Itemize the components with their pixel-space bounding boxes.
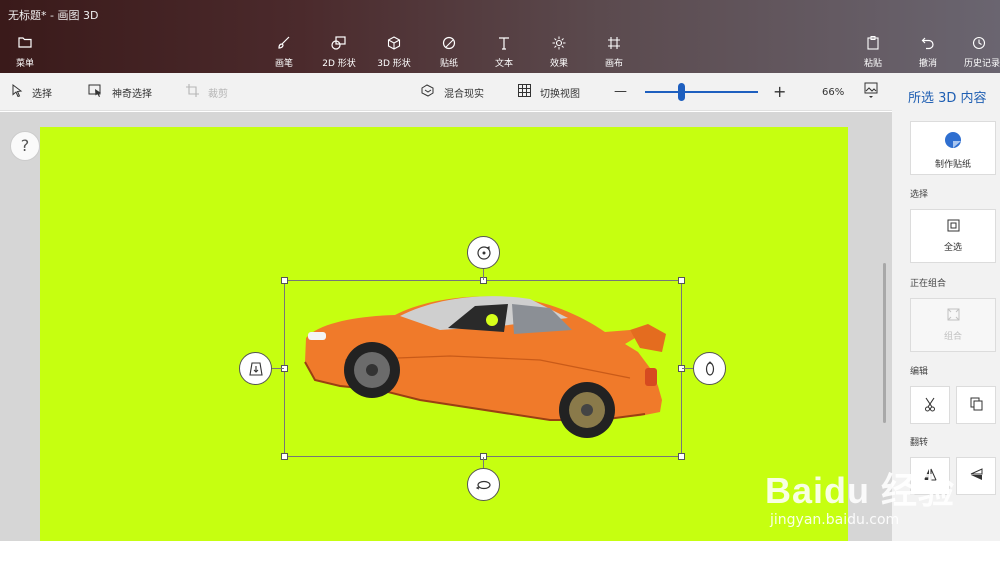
select-all-icon [911,219,995,236]
rotate-y-icon [705,361,714,376]
flip-vertical-icon [957,468,995,485]
switch-view-label: 切换视图 [540,88,580,100]
magic-select-icon [88,84,103,101]
paste-label: 粘贴 [863,59,882,69]
paste-button[interactable]: 粘贴 [848,36,898,72]
magic-select-label: 神奇选择 [112,88,152,100]
switch-view-button[interactable]: 切换视图 [518,83,580,101]
make-sticker-button[interactable]: 制作贴纸 [910,121,996,175]
text-icon [479,36,529,54]
canvas-icon [589,36,639,54]
cut-button[interactable] [910,386,950,424]
view-options-button[interactable] [864,82,887,103]
resize-handle-bottom-left[interactable] [281,453,288,460]
select-all-button[interactable]: 全选 [910,209,996,263]
copy-button[interactable] [956,386,996,424]
zoom-in-button[interactable]: + [773,82,786,101]
rotation-stem-bottom [483,457,484,468]
effects-label: 效果 [549,59,568,69]
history-button[interactable]: 历史记录 [958,36,1000,72]
stickers-label: 贴纸 [439,59,458,69]
rotate-x-handle[interactable] [467,468,500,501]
stickers-tool-button[interactable]: 贴纸 [424,36,474,72]
flip-vertical-button[interactable] [956,457,996,495]
effects-icon [534,36,584,54]
resize-handle-top-right[interactable] [678,277,685,284]
zoom-level: 66% [822,86,845,98]
menu-label: 菜单 [15,59,34,69]
help-button[interactable]: ? [10,131,40,161]
flip-horizontal-icon [911,468,949,485]
undo-button[interactable]: 撤消 [903,36,953,72]
2d-shapes-label: 2D 形状 [322,59,356,69]
brush-icon [259,36,309,54]
menu-button[interactable]: 菜单 [0,36,50,72]
rotate-z-handle[interactable] [467,236,500,269]
brush-tool-button[interactable]: 画笔 [259,36,309,72]
rotation-stem-right [682,368,693,369]
select-tool-button[interactable]: 选择 [12,83,52,101]
grid-view-icon [518,83,531,101]
rotate-y-handle[interactable] [693,352,726,385]
crop-icon [186,83,199,101]
grouping-section-label: 正在组合 [910,279,947,289]
select-section-label: 选择 [910,190,929,200]
scissors-icon [911,397,949,416]
select-tool-label: 选择 [32,88,52,100]
vertical-scrollbar[interactable] [883,263,886,423]
2d-shapes-icon [314,36,364,54]
window-title: 无标题* - 画图 3D [8,9,99,22]
cursor-icon [12,83,23,101]
mixed-reality-button[interactable]: 混合现实 [421,83,484,101]
rotate-x-icon [475,480,491,490]
depth-handle[interactable] [239,352,272,385]
3d-shapes-icon [369,36,419,54]
crop-button[interactable]: 裁剪 [186,83,228,101]
selection-box[interactable] [284,280,682,457]
flip-section-label: 翻转 [910,438,929,448]
group-icon [911,308,995,325]
make-sticker-label: 制作贴纸 [934,160,971,170]
sticker-icon [911,131,995,153]
text-tool-button[interactable]: 文本 [479,36,529,72]
resize-handle-bottom-right[interactable] [678,453,685,460]
folder-icon [0,36,50,54]
zoom-slider-track[interactable] [645,91,758,93]
depth-icon [248,362,263,376]
rotate-z-icon [476,246,491,260]
effects-tool-button[interactable]: 效果 [534,36,584,72]
rotation-stem-top [483,268,484,280]
undo-icon [903,36,953,54]
crop-label: 裁剪 [208,88,228,100]
stickers-icon [424,36,474,54]
2d-shapes-tool-button[interactable]: 2D 形状 [314,36,364,72]
zoom-out-button[interactable]: — [614,82,627,100]
flip-horizontal-button[interactable] [910,457,950,495]
top-ribbon: 无标题* - 画图 3D 菜单 画笔 2D 形状 3D 形状 贴纸 文本 效果 … [0,0,1000,73]
copy-icon [957,397,995,415]
history-icon [958,36,1000,54]
canvas-tool-button[interactable]: 画布 [589,36,639,72]
undo-label: 撤消 [918,59,937,69]
history-label: 历史记录 [964,59,1000,69]
mixed-reality-icon [421,83,435,101]
paint3d-window: 无标题* - 画图 3D 菜单 画笔 2D 形状 3D 形状 贴纸 文本 效果 … [0,0,1000,541]
text-label: 文本 [494,59,513,69]
select-all-label: 全选 [943,243,962,253]
rotation-stem-left [272,368,284,369]
canvas-label: 画布 [604,59,623,69]
zoom-slider-thumb[interactable] [677,83,685,101]
clipboard-icon [848,36,898,54]
3d-shapes-tool-button[interactable]: 3D 形状 [369,36,419,72]
panel-title: 所选 3D 内容 [908,91,987,106]
mixed-reality-label: 混合现实 [444,88,484,100]
3d-shapes-label: 3D 形状 [377,59,411,69]
edit-section-label: 编辑 [910,367,929,377]
image-dropdown-icon [864,82,878,103]
brush-label: 画笔 [274,59,293,69]
resize-handle-top-left[interactable] [281,277,288,284]
group-button[interactable]: 组合 [910,298,996,352]
magic-select-button[interactable]: 神奇选择 [88,83,152,101]
group-label: 组合 [943,332,962,342]
